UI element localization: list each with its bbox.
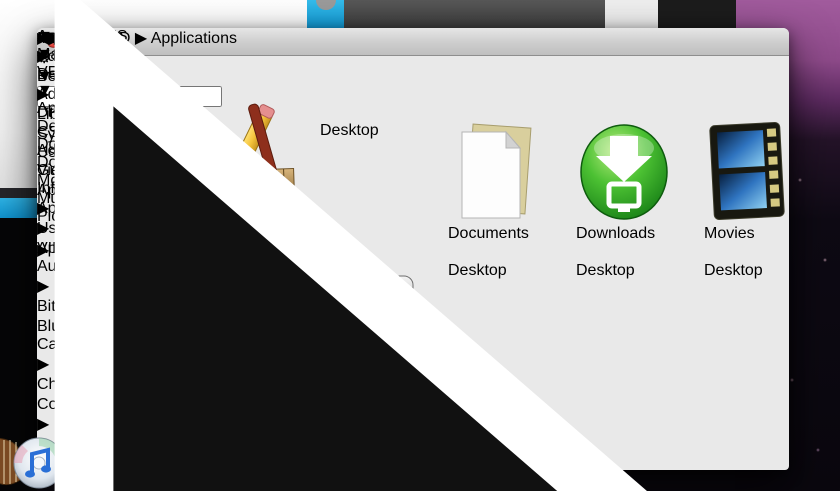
mouse-cursor [54, 0, 647, 491]
screen: Applications ◀ ▶ ⚙ ▼ [0, 0, 840, 491]
